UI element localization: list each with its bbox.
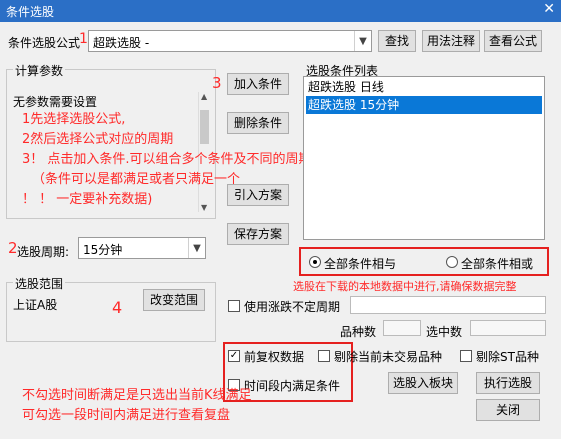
selected-count-value xyxy=(470,320,546,336)
window-title: 条件选股 xyxy=(6,5,55,19)
scroll-up-icon[interactable]: ▲ xyxy=(201,92,207,101)
marker-4: 4 xyxy=(112,298,123,317)
radio-all-or[interactable] xyxy=(446,256,458,268)
formula-select[interactable]: 超跌选股 - ▼ xyxy=(88,30,372,52)
restore-rights-checkbox[interactable]: ✓ xyxy=(228,350,240,362)
formula-label: 条件选股公式 xyxy=(8,36,81,50)
range-note: 选股在下载的本地数据中进行,请确保数据完整 xyxy=(293,280,517,293)
close-button[interactable]: 关闭 xyxy=(476,399,540,421)
use-irregular-checkbox[interactable] xyxy=(228,300,240,312)
find-button[interactable]: 查找 xyxy=(378,30,416,52)
params-group-label: 计算参数 xyxy=(13,62,66,79)
bottom-note-2: 可勾选一段时间内满足进行查看复盘 xyxy=(22,408,231,423)
restore-rights-label: 前复权数据 xyxy=(244,350,305,364)
save-plan-button[interactable]: 保存方案 xyxy=(227,223,289,245)
close-icon[interactable]: ✕ xyxy=(543,1,555,17)
condition-item[interactable]: 超跌选股 日线 xyxy=(306,78,542,96)
stock-count-label: 品种数 xyxy=(340,325,377,339)
usage-button[interactable]: 用法注释 xyxy=(422,30,480,52)
exclude-st-label: 剔除ST品种 xyxy=(476,350,539,364)
chevron-down-icon[interactable]: ▼ xyxy=(188,238,205,258)
time-range-label: 时间段内满足条件 xyxy=(244,379,341,393)
range-group-label: 选股范围 xyxy=(13,275,66,292)
delete-condition-button[interactable]: 删除条件 xyxy=(227,112,289,134)
radio-all-or-label: 全部条件相或 xyxy=(461,257,534,271)
to-block-button[interactable]: 选股入板块 xyxy=(388,372,458,394)
view-formula-button[interactable]: 查看公式 xyxy=(484,30,542,52)
change-range-button[interactable]: 改变范围 xyxy=(143,289,205,311)
radio-all-and[interactable] xyxy=(309,256,321,268)
chevron-down-icon[interactable]: ▼ xyxy=(354,31,371,51)
title-bar: 条件选股 ✕ xyxy=(0,0,561,22)
irregular-period-input[interactable] xyxy=(350,296,546,314)
bottom-notes: 不勾选时间断满足是只选出当前K线满足 可勾选一段时间内满足进行查看复盘 xyxy=(22,386,252,426)
use-irregular-label: 使用涨跌不定周期 xyxy=(244,300,341,314)
marker-1: 1 xyxy=(79,31,88,47)
selected-count-label: 选中数 xyxy=(426,325,463,339)
range-value: 上证A股 xyxy=(13,298,58,312)
bottom-note-1: 不勾选时间断满足是只选出当前K线满足 xyxy=(22,388,252,403)
conditions-list[interactable]: 超跌选股 日线 超跌选股 15分钟 xyxy=(303,76,545,240)
exclude-non-trading-checkbox[interactable] xyxy=(318,350,330,362)
period-select[interactable]: 15分钟 ▼ xyxy=(78,237,206,259)
no-params-text: 无参数需要设置 xyxy=(13,95,98,109)
stock-count-value xyxy=(383,320,421,336)
note-line-3: 3！ 点击加入条件.可以组合多个条件及不同的周期 xyxy=(22,152,312,167)
exclude-non-trading-label: 剔除当前未交易品种 xyxy=(334,350,443,364)
marker-3: 3 xyxy=(212,74,222,92)
exclude-st-checkbox[interactable] xyxy=(460,350,472,362)
period-select-value: 15分钟 xyxy=(83,243,123,257)
condition-item-selected[interactable]: 超跌选股 15分钟 xyxy=(306,96,542,114)
period-label: 选股周期: xyxy=(17,245,70,259)
import-plan-button[interactable]: 引入方案 xyxy=(227,184,289,206)
radio-all-and-label: 全部条件相与 xyxy=(324,257,397,271)
dialog-window: 条件选股 ✕ 条件选股公式 1 超跌选股 - ▼ 查找 用法注释 查看公式 计算… xyxy=(0,0,561,439)
formula-select-value: 超跌选股 - xyxy=(93,36,150,50)
execute-button[interactable]: 执行选股 xyxy=(476,372,540,394)
add-condition-button[interactable]: 加入条件 xyxy=(227,73,289,95)
